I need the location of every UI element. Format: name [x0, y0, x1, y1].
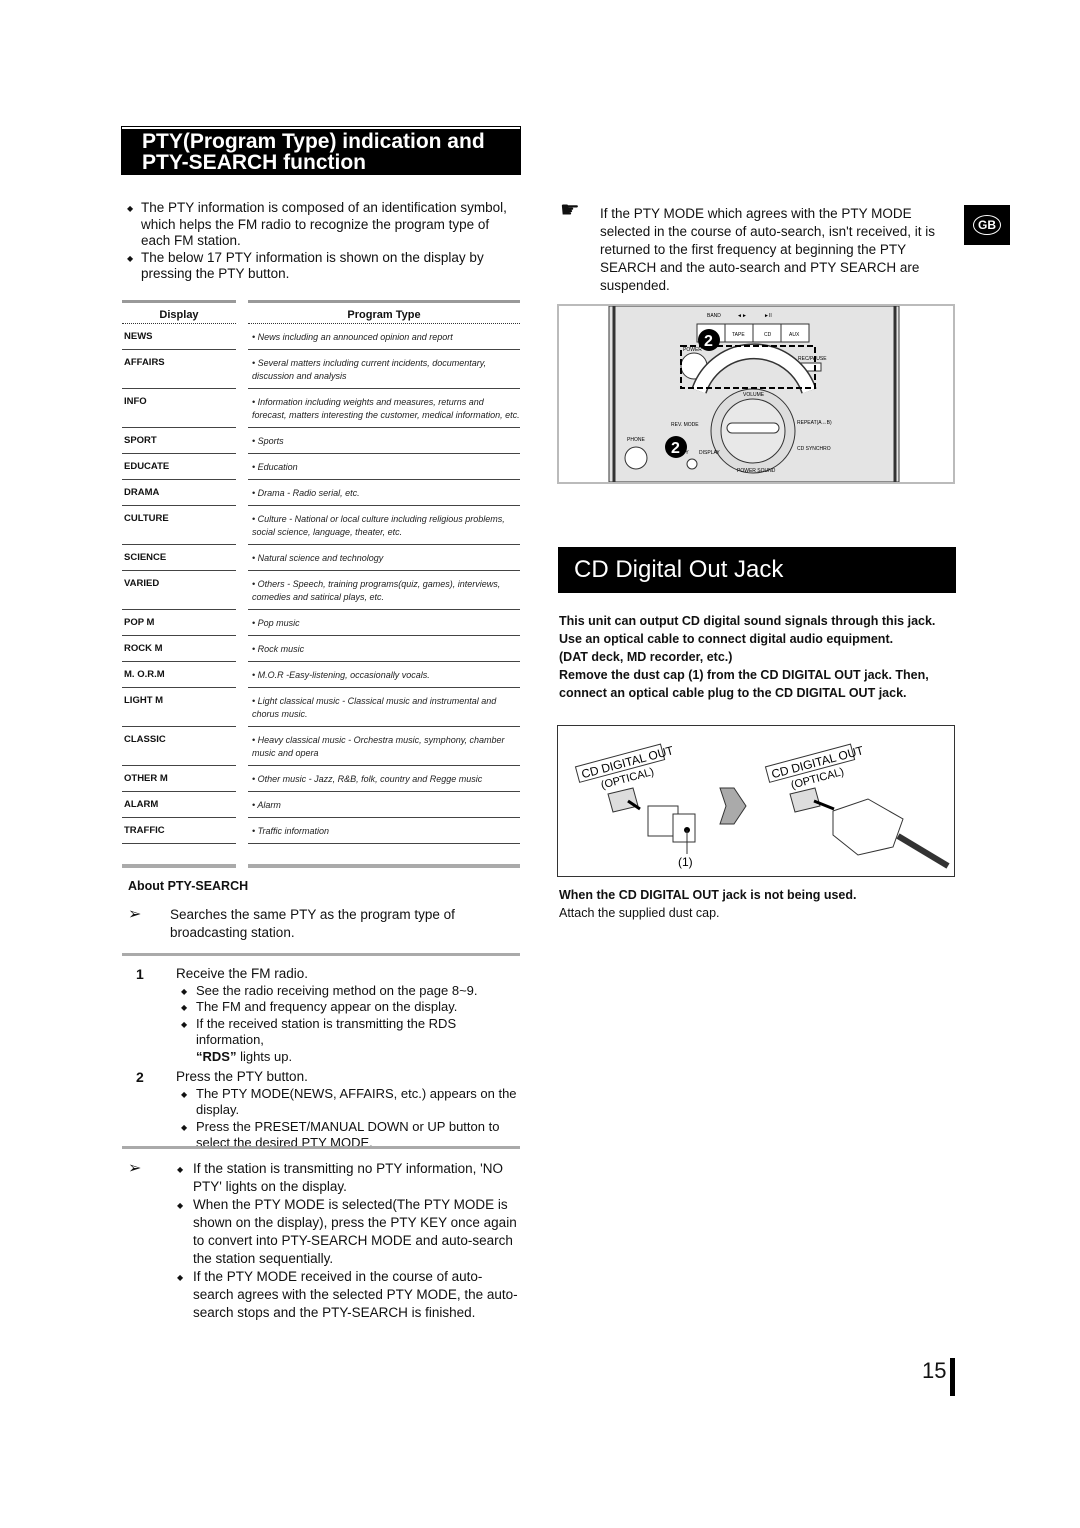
table-row: POP M • Pop music — [122, 610, 520, 636]
table-row: NEWS • News including an announced opinio… — [122, 324, 520, 350]
display-code: CULTURE — [122, 506, 236, 545]
section-title-cd-digital-out: CD Digital Out Jack — [558, 547, 956, 593]
program-type: • Other music - Jazz, R&B, folk, country… — [248, 766, 520, 792]
section-title-pty: PTY(Program Type) indication and PTY-SEA… — [121, 126, 521, 175]
display-code: CLASSIC — [122, 727, 236, 766]
label-play-pause: ►II — [764, 313, 772, 319]
table-row: ALARM • Alarm — [122, 792, 520, 818]
display-code: TRAFFIC — [122, 818, 236, 844]
not-used-title: When the CD DIGITAL OUT jack is not bein… — [559, 888, 857, 902]
display-code: POP M — [122, 610, 236, 636]
program-type: • Natural science and technology — [248, 545, 520, 571]
pointing-hand-icon: ☛ — [560, 197, 580, 222]
program-type: • Others - Speech, training programs(qui… — [248, 571, 520, 610]
divider — [122, 953, 520, 956]
program-type: • Alarm — [248, 792, 520, 818]
table-row: TRAFFIC • Traffic information — [122, 818, 520, 844]
step-2: 2 Press the PTY button. The PTY MODE(NEW… — [136, 1069, 520, 1152]
display-code: DRAMA — [122, 480, 236, 506]
label-band: BAND — [707, 313, 721, 319]
label-power: POWER — [683, 347, 702, 353]
display-code: INFO — [122, 389, 236, 428]
program-type: • Several matters including current inci… — [248, 350, 520, 389]
program-type: • News including an announced opinion an… — [248, 324, 520, 350]
label-cd: CD — [764, 332, 772, 338]
program-type: • Education — [248, 454, 520, 480]
divider — [122, 1146, 520, 1149]
label-power-sound: POWER SOUND — [737, 468, 776, 474]
language-badge: GB — [964, 205, 1010, 245]
display-code: ROCK M — [122, 636, 236, 662]
steps: 1 Receive the FM radio. See the radio re… — [136, 966, 520, 1152]
callout-number: 2 — [671, 440, 680, 457]
table-row: CLASSIC • Heavy classical music - Orchest… — [122, 727, 520, 766]
table-row: DRAMA • Drama - Radio serial, etc. — [122, 480, 520, 506]
program-type: • Light classical music - Classical musi… — [248, 688, 520, 727]
program-type: • Heavy classical music - Orchestra musi… — [248, 727, 520, 766]
callout-number: 2 — [704, 333, 713, 350]
program-type: • Pop music — [248, 610, 520, 636]
label-display: DISPLAY — [699, 450, 720, 456]
display-code: ALARM — [122, 792, 236, 818]
display-code: EDUCATE — [122, 454, 236, 480]
pty-intro: The PTY information is composed of an id… — [124, 200, 520, 283]
table-row: ROCK M • Rock music — [122, 636, 520, 662]
arrow-icon: ➢ — [128, 906, 142, 923]
table-row: INFO • Information including weights and … — [122, 389, 520, 428]
display-code: NEWS — [122, 324, 236, 350]
display-code: OTHER M — [122, 766, 236, 792]
table-row: VARIED • Others - Speech, training progra… — [122, 571, 520, 610]
display-code: VARIED — [122, 571, 236, 610]
front-panel-illustration: BAND ◄► ►II TAPE CD AUX POWER REC/PAUSE … — [557, 304, 955, 484]
step-1: 1 Receive the FM radio. See the radio re… — [136, 966, 520, 1065]
pty-search-note: ☛ If the PTY MODE which agrees with the … — [560, 197, 935, 294]
arrow-icon: ➢ — [128, 1160, 142, 1177]
page-number: 15 — [922, 1358, 947, 1383]
program-type: • Drama - Radio serial, etc. — [248, 480, 520, 506]
about-pty-search-title: About PTY-SEARCH — [128, 879, 249, 893]
dust-cap-label: (1) — [678, 855, 693, 869]
program-type: • M.O.R -Easy-listening, occasionally vo… — [248, 662, 520, 688]
display-code: SCIENCE — [122, 545, 236, 571]
display-code: SPORT — [122, 428, 236, 454]
table-row: LIGHT M • Light classical music - Classic… — [122, 688, 520, 727]
table-row: OTHER M • Other music - Jazz, R&B, folk, … — [122, 766, 520, 792]
cd-digital-out-description: This unit can output CD digital sound si… — [559, 614, 936, 700]
display-code: LIGHT M — [122, 688, 236, 727]
program-type: • Rock music — [248, 636, 520, 662]
display-code: M. O.R.M — [122, 662, 236, 688]
pty-table: Display Program Type NEWS • News includin… — [122, 300, 520, 868]
table-row: SCIENCE • Natural science and technology — [122, 545, 520, 571]
not-used-text: Attach the supplied dust cap. — [559, 906, 720, 920]
label-cd-synchro: CD SYNCHRO — [797, 446, 831, 452]
table-row: AFFAIRS • Several matters including curre… — [122, 350, 520, 389]
program-type: • Traffic information — [248, 818, 520, 844]
label-repeat: REPEAT(A↔B) — [797, 420, 832, 426]
program-type: • Culture - National or local culture in… — [248, 506, 520, 545]
about-pty-search-text: ➢ Searches the same PTY as the program ty… — [128, 906, 455, 940]
table-header: Display Program Type — [122, 300, 520, 324]
label-phone: PHONE — [627, 437, 645, 443]
display-code: AFFAIRS — [122, 350, 236, 389]
label-rev-mode: REV. MODE — [671, 422, 699, 428]
table-row: CULTURE • Culture - National or local cul… — [122, 506, 520, 545]
optical-jack-illustration: CD DIGITAL OUT (OPTICAL) (1) CD DIGITAL … — [557, 725, 955, 877]
program-type: • Sports — [248, 428, 520, 454]
table-row: M. O.R.M • M.O.R -Easy-listening, occasio… — [122, 662, 520, 688]
label-tape: TAPE — [732, 332, 745, 338]
pty-notes: ➢ If the station is transmitting no PTY … — [128, 1160, 520, 1322]
label-rewind-ff: ◄► — [737, 313, 747, 319]
label-rec-pause: REC/PAUSE — [798, 356, 827, 362]
program-type: • Information including weights and meas… — [248, 389, 520, 428]
label-volume: VOLUME — [743, 392, 765, 398]
page-number-bar — [950, 1358, 955, 1396]
table-row: SPORT • Sports — [122, 428, 520, 454]
label-aux: AUX — [789, 332, 800, 338]
table-row: EDUCATE • Education — [122, 454, 520, 480]
